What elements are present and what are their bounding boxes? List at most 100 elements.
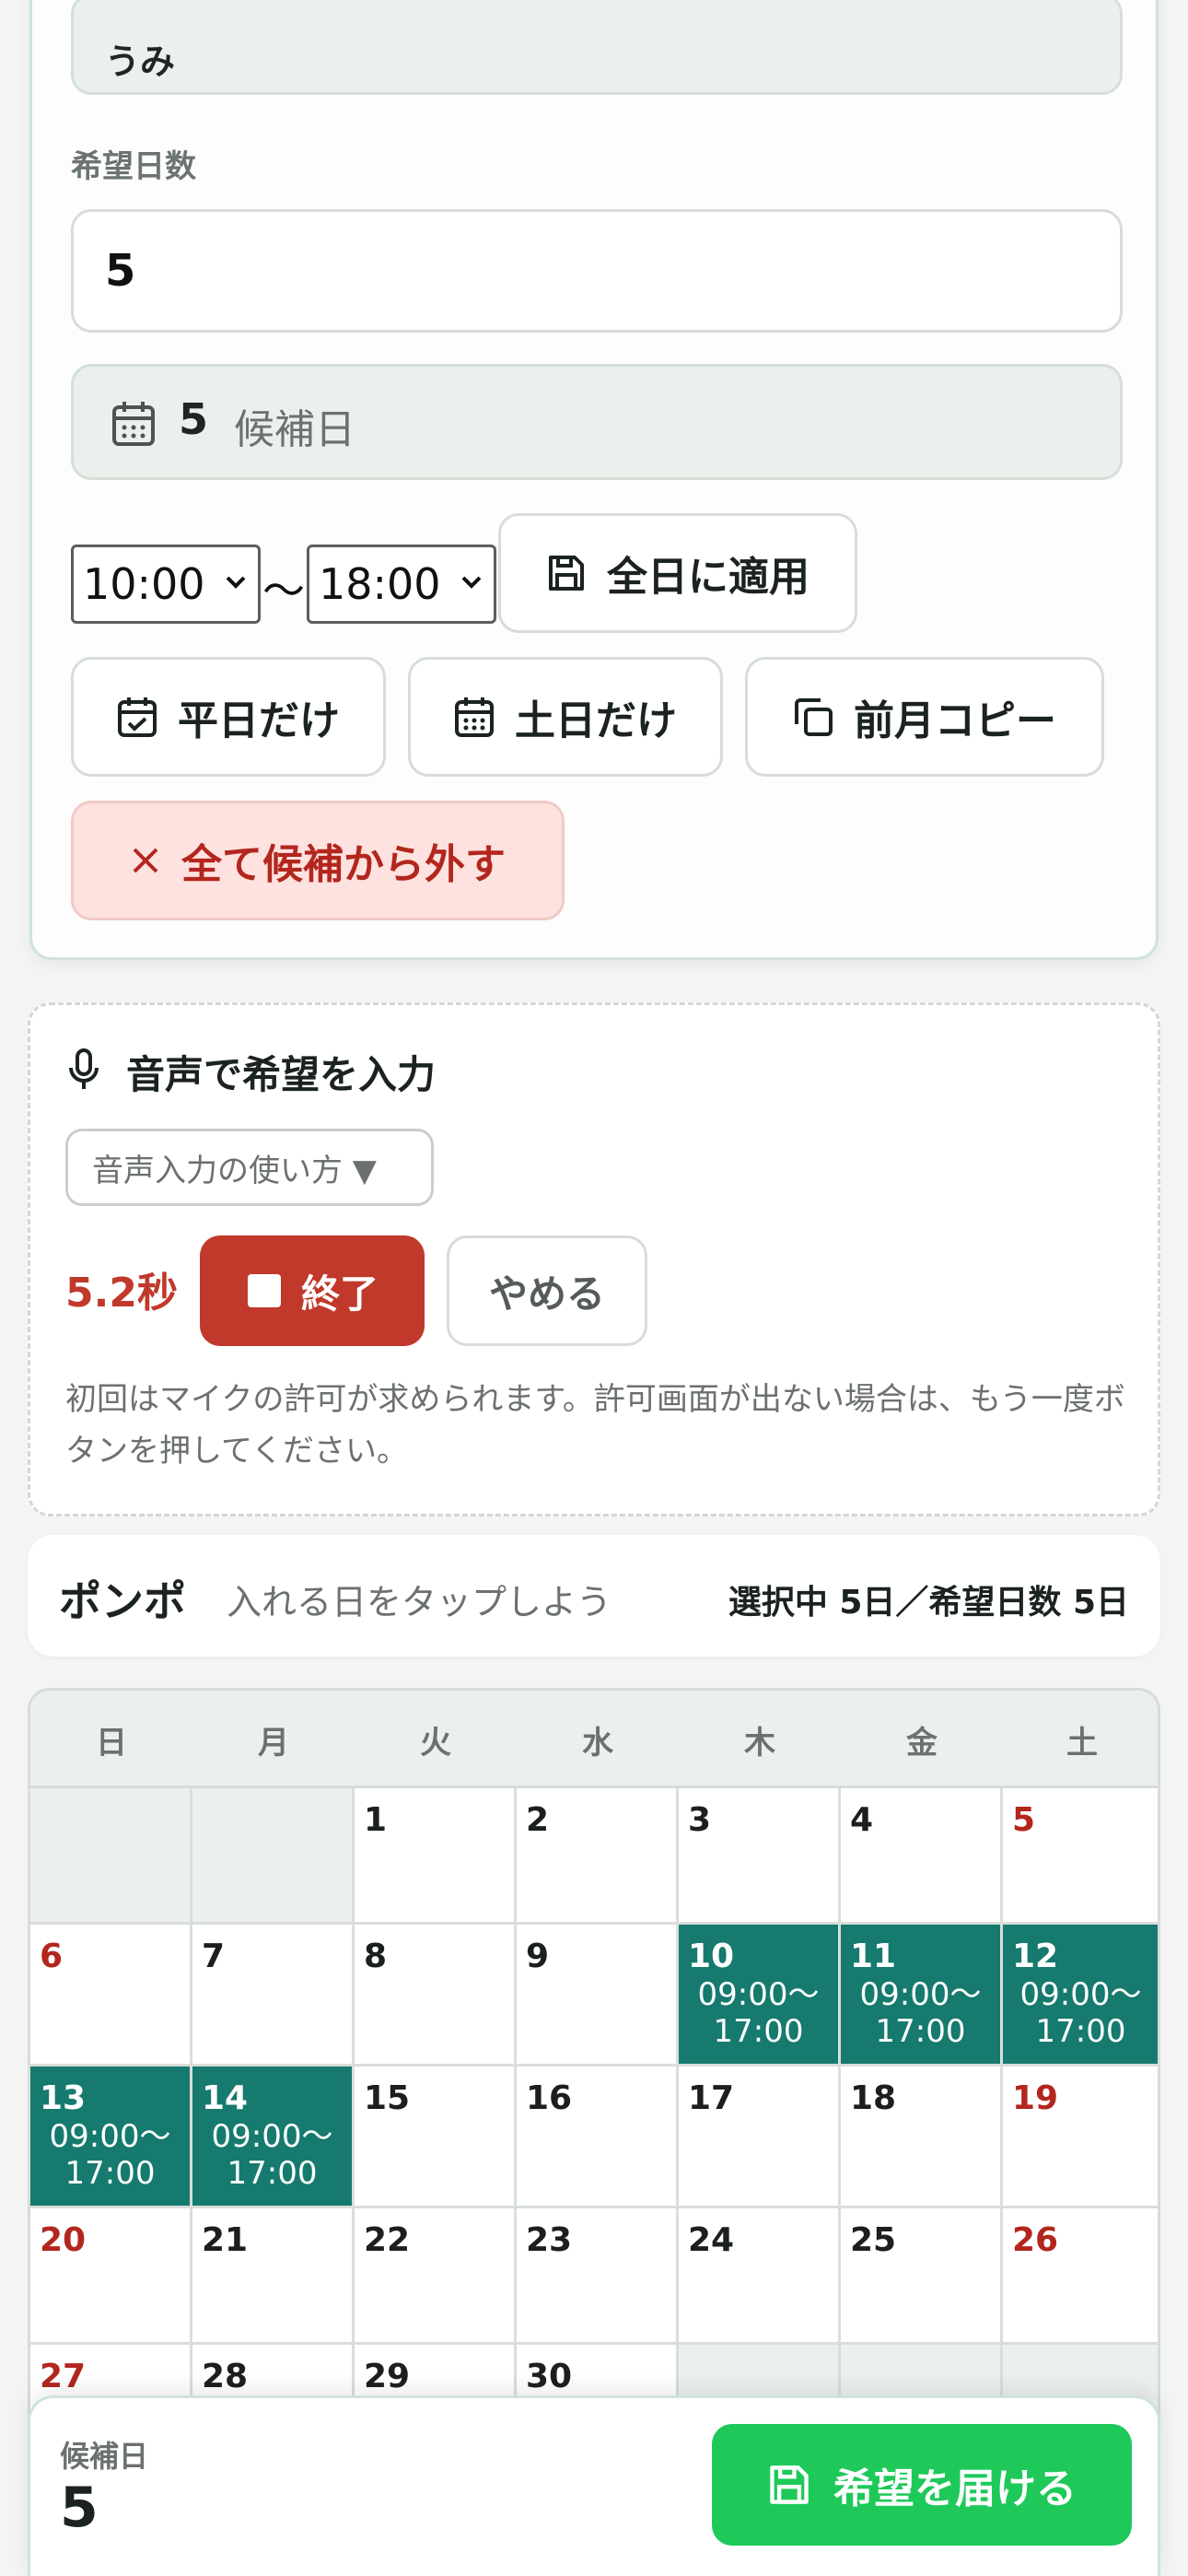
calendar-day-cell[interactable]: 5 [1003,1788,1158,1925]
day-number: 26 [1012,2221,1059,2259]
calendar-day-cell[interactable]: 19 [1003,2067,1158,2208]
calendar-day-cell[interactable]: 20 [30,2208,192,2345]
day-number: 28 [202,2358,249,2395]
voice-title: 音声で希望を入力 [126,1052,437,1097]
calendar-day-cell[interactable]: 10 09:00〜 17:00 [679,1925,841,2067]
calendar-day-cell[interactable]: 7 [192,1925,355,2067]
days-input[interactable]: 5 [71,209,1123,333]
weekday-label: 火 [420,1724,451,1762]
calendar-day-cell[interactable]: 22 [355,2208,517,2345]
day-number: 24 [688,2221,735,2259]
bottom-action-bar: 候補日 5 希望を届ける [28,2395,1160,2576]
name-field[interactable]: うみ [71,0,1123,95]
time-range-start: 09:00〜 [49,2118,171,2155]
day-time-range: 09:00〜 17:00 [1003,1976,1158,2050]
day-number: 1 [364,1801,388,1839]
day-number: 13 [40,2079,87,2117]
copy-previous-month-button[interactable]: 前月コピー [745,657,1104,777]
microphone-icon [67,1048,100,1092]
clear-all-label: 全て候補から外す [181,841,506,888]
submit-request-label: 希望を届ける [833,2465,1077,2512]
calendar-day-cell[interactable]: 12 09:00〜 17:00 [1003,1925,1158,2067]
candidate-summary: 5 候補日 [71,364,1123,480]
save-icon [767,2463,811,2507]
day-number: 10 [688,1938,735,1975]
calendar-day-cell[interactable]: 24 [679,2208,841,2345]
days-label: 希望日数 [71,148,196,185]
time-range-end: 17:00 [713,2013,804,2050]
chevron-down-icon [225,575,247,590]
apply-all-label: 全日に適用 [607,554,809,601]
calendar-day-cell[interactable]: 9 [517,1925,679,2067]
voice-input-card: 音声で希望を入力 音声入力の使い方 ▼ 5.2秒 終了 やめる 初回はマイクの許… [28,1002,1160,1516]
calendar-day-cell[interactable]: 6 [30,1925,192,2067]
calendar-day-cell[interactable]: 17 [679,2067,841,2208]
time-range-start: 09:00〜 [697,1976,820,2013]
calendar-hint: 入れる日をタップしよう [227,1582,612,1622]
weekday-label: 日 [96,1724,127,1762]
calendar-day-cell[interactable]: 2 [517,1788,679,1925]
calendar-day-cell[interactable]: 14 09:00〜 17:00 [192,2067,355,2208]
time-range-end: 17:00 [875,2013,966,2050]
weekday-header: 日月火水木金土 [30,1691,1158,1788]
day-number: 23 [526,2221,573,2259]
weekdays-only-button[interactable]: 平日だけ [71,657,386,777]
calendar-day-cell[interactable]: 23 [517,2208,679,2345]
stop-icon [246,1272,283,1309]
chevron-down-icon [460,575,483,590]
voice-howto-toggle[interactable]: 音声入力の使い方 ▼ [65,1129,434,1206]
day-number: 21 [202,2221,249,2259]
day-number: 30 [526,2358,573,2395]
start-time-select[interactable]: 10:00 [71,544,261,624]
calendar-day-cell[interactable]: 1 [355,1788,517,1925]
submit-request-button[interactable]: 希望を届ける [712,2424,1132,2546]
calendar-day-cell[interactable]: 18 [841,2067,1003,2208]
time-range-end: 17:00 [1035,2013,1126,2050]
calendar-day-cell[interactable]: 4 [841,1788,1003,1925]
brand-name: ポンポ [59,1576,186,1626]
days-input-value: 5 [105,245,136,297]
copy-icon [793,697,833,737]
stop-label: 終了 [300,1270,379,1317]
day-number: 9 [526,1938,550,1975]
calendar-day-cell[interactable]: 11 09:00〜 17:00 [841,1925,1003,2067]
candidate-suffix: 候補日 [234,406,355,453]
calendar-day-cell[interactable]: 21 [192,2208,355,2345]
day-number: 22 [364,2221,411,2259]
calendar-day-cell[interactable]: 3 [679,1788,841,1925]
weekday-label: 水 [582,1724,613,1762]
close-icon [130,845,161,876]
recording-timer: 5.2秒 [65,1270,178,1317]
weekday-label: 金 [906,1724,938,1762]
calendar-day-cell[interactable]: 15 [355,2067,517,2208]
calendar-check-icon [117,696,157,738]
clear-all-button[interactable]: 全て候補から外す [71,801,565,920]
cancel-recording-button[interactable]: やめる [447,1235,647,1346]
voice-howto-label: 音声入力の使い方 ▼ [92,1152,377,1189]
calendar-day-cell[interactable]: 16 [517,2067,679,2208]
calendar-day-cell[interactable]: 8 [355,1925,517,2067]
calendar-day-cell[interactable]: 25 [841,2208,1003,2345]
day-number: 5 [1012,1801,1036,1839]
time-range-start: 09:00〜 [859,1976,982,2013]
calendar-empty-cell [30,1788,192,1925]
day-number: 20 [40,2221,87,2259]
stop-recording-button[interactable]: 終了 [200,1235,425,1346]
day-number: 7 [202,1938,226,1975]
cancel-label: やめる [488,1270,605,1317]
end-time-select[interactable]: 18:00 [307,544,496,624]
day-number: 27 [40,2358,87,2395]
weekends-only-button[interactable]: 土日だけ [408,657,723,777]
apply-all-button[interactable]: 全日に適用 [498,513,857,633]
calendar-day-cell[interactable]: 13 09:00〜 17:00 [30,2067,192,2208]
footer-candidate-label: 候補日 [60,2439,149,2474]
day-number: 18 [850,2079,897,2117]
time-range-end: 17:00 [227,2155,318,2192]
weekday-label: 土 [1066,1724,1098,1762]
day-number: 11 [850,1938,897,1975]
time-range-end: 17:00 [64,2155,156,2192]
calendar-day-cell[interactable]: 26 [1003,2208,1158,2345]
day-number: 4 [850,1801,874,1839]
day-number: 12 [1012,1938,1059,1975]
weekdays-only-label: 平日だけ [178,697,340,744]
